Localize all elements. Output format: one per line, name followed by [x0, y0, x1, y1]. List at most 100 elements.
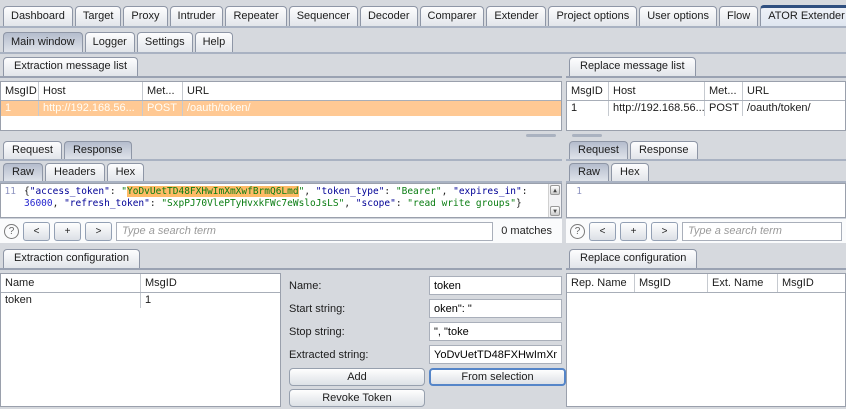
- tab-proxy[interactable]: Proxy: [123, 6, 167, 26]
- extraction-config-form: Name: Start string: Stop string: Extract…: [281, 273, 567, 407]
- tab-dashboard[interactable]: Dashboard: [3, 6, 73, 26]
- add-button[interactable]: Add: [289, 368, 425, 386]
- tab-settings[interactable]: Settings: [137, 32, 193, 52]
- search-next-button[interactable]: >: [85, 222, 112, 241]
- table-cell: token: [1, 293, 141, 308]
- column-header-rep-name[interactable]: Rep. Name: [567, 274, 635, 292]
- search-prev-button[interactable]: <: [23, 222, 50, 241]
- stop-string-field[interactable]: [429, 322, 562, 341]
- tab-ator-extender[interactable]: ATOR Extender: [760, 5, 846, 26]
- search-input[interactable]: [116, 222, 493, 241]
- code-token: ,: [53, 198, 64, 209]
- request-editor[interactable]: 1: [566, 183, 846, 218]
- tab-main-window[interactable]: Main window: [3, 32, 83, 52]
- extracted-string-field[interactable]: [429, 345, 562, 364]
- start-string-field[interactable]: [429, 299, 562, 318]
- help-icon[interactable]: ?: [570, 224, 585, 239]
- editor-scrollbar[interactable]: ▲ ▼: [548, 184, 561, 217]
- column-header-msgid[interactable]: MsgID: [567, 82, 609, 100]
- column-header-host[interactable]: Host: [609, 82, 705, 100]
- column-header-host[interactable]: Host: [39, 82, 143, 100]
- replace-panel: Replace message list MsgIDHostMet...URL1…: [566, 56, 846, 407]
- code-token: }: [516, 198, 522, 209]
- column-header-url[interactable]: URL: [743, 82, 845, 100]
- extraction-config-table: NameMsgIDtoken1: [0, 273, 281, 407]
- search-prev-button[interactable]: <: [589, 222, 616, 241]
- table-row[interactable]: 1http://192.168.56...POST/oauth/token/: [1, 101, 561, 116]
- extraction-configuration-tab[interactable]: Extraction configuration: [3, 249, 140, 268]
- tab-raw[interactable]: Raw: [3, 163, 43, 181]
- table-cell: /oauth/token/: [183, 101, 561, 116]
- table-cell: POST: [143, 101, 183, 116]
- message-viewer-tabs: RequestResponse: [0, 139, 562, 161]
- from-selection-button[interactable]: From selection: [429, 368, 566, 386]
- search-input[interactable]: [682, 222, 842, 241]
- extraction-panel: Extraction message list MsgIDHostMet...U…: [0, 56, 562, 407]
- stop-string-field-label: Stop string:: [289, 326, 429, 338]
- code-token: ,: [442, 186, 453, 197]
- splitter-handle-icon[interactable]: [526, 134, 556, 137]
- replace-message-list-tab[interactable]: Replace message list: [569, 57, 696, 76]
- column-header-msgid[interactable]: MsgID: [1, 82, 39, 100]
- replace-config-table: Rep. NameMsgIDExt. NameMsgID: [566, 273, 846, 407]
- tab-request[interactable]: Request: [569, 141, 628, 159]
- tab-hex[interactable]: Hex: [107, 163, 145, 181]
- name-field-label: Name:: [289, 280, 429, 292]
- table-row[interactable]: 1http://192.168.56...POST/oauth/token/: [567, 101, 845, 116]
- extraction-message-table: MsgIDHostMet...URL1http://192.168.56...P…: [0, 81, 562, 131]
- column-header-msgid[interactable]: MsgID: [635, 274, 708, 292]
- tab-help[interactable]: Help: [195, 32, 234, 52]
- table-cell: http://192.168.56...: [609, 101, 705, 116]
- column-header-ext-name[interactable]: Ext. Name: [708, 274, 778, 292]
- table-header-row: MsgIDHostMet...URL: [1, 82, 561, 101]
- name-field[interactable]: [429, 276, 562, 295]
- tab-headers[interactable]: Headers: [45, 163, 105, 181]
- column-header-name[interactable]: Name: [1, 274, 141, 292]
- tab-comparer[interactable]: Comparer: [420, 6, 485, 26]
- response-editor[interactable]: 11 {"access_token": "YoDvUetTD48FXHwImXm…: [0, 183, 562, 218]
- tab-logger[interactable]: Logger: [85, 32, 135, 52]
- scroll-down-icon[interactable]: ▼: [550, 206, 560, 216]
- tab-sequencer[interactable]: Sequencer: [289, 6, 358, 26]
- column-header-met[interactable]: Met...: [705, 82, 743, 100]
- tab-user-options[interactable]: User options: [639, 6, 717, 26]
- tab-target[interactable]: Target: [75, 6, 122, 26]
- tab-decoder[interactable]: Decoder: [360, 6, 418, 26]
- search-matches-count: 0 matches: [497, 225, 558, 237]
- table-row[interactable]: token1: [1, 293, 280, 308]
- horizontal-splitter[interactable]: [0, 131, 562, 139]
- tab-raw[interactable]: Raw: [569, 163, 609, 181]
- column-header-msgid[interactable]: MsgID: [778, 274, 845, 292]
- table-cell: 1: [1, 101, 39, 116]
- search-add-button[interactable]: +: [620, 222, 647, 241]
- tab-response[interactable]: Response: [630, 141, 698, 159]
- ator-extender-window: DashboardTargetProxyIntruderRepeaterSequ…: [0, 2, 846, 407]
- tab-extender[interactable]: Extender: [486, 6, 546, 26]
- replace-configuration-body: Rep. NameMsgIDExt. NameMsgID: [566, 273, 846, 407]
- column-header-met[interactable]: Met...: [143, 82, 183, 100]
- search-add-button[interactable]: +: [54, 222, 81, 241]
- response-body-text[interactable]: {"access_token": "YoDvUetTD48FXHwImXmXwf…: [19, 184, 548, 217]
- column-header-msgid[interactable]: MsgID: [141, 274, 280, 292]
- code-token: "scope": [356, 198, 396, 209]
- revoke-token-button[interactable]: Revoke Token: [289, 389, 425, 407]
- search-next-button[interactable]: >: [651, 222, 678, 241]
- code-token: "Bearer": [396, 186, 442, 197]
- tab-flow[interactable]: Flow: [719, 6, 758, 26]
- tab-hex[interactable]: Hex: [611, 163, 649, 181]
- scroll-up-icon[interactable]: ▲: [550, 185, 560, 195]
- request-body-text[interactable]: [585, 184, 845, 217]
- table-header-row: Rep. NameMsgIDExt. NameMsgID: [567, 274, 845, 293]
- tab-intruder[interactable]: Intruder: [170, 6, 224, 26]
- help-icon[interactable]: ?: [4, 224, 19, 239]
- horizontal-splitter[interactable]: [566, 131, 846, 139]
- tab-request[interactable]: Request: [3, 141, 62, 159]
- tab-response[interactable]: Response: [64, 141, 132, 159]
- code-token: :: [396, 198, 407, 209]
- tab-project-options[interactable]: Project options: [548, 6, 637, 26]
- replace-configuration-tab[interactable]: Replace configuration: [569, 249, 697, 268]
- column-header-url[interactable]: URL: [183, 82, 561, 100]
- extraction-message-list-tab[interactable]: Extraction message list: [3, 57, 138, 76]
- tab-repeater[interactable]: Repeater: [225, 6, 286, 26]
- splitter-handle-icon[interactable]: [572, 134, 602, 137]
